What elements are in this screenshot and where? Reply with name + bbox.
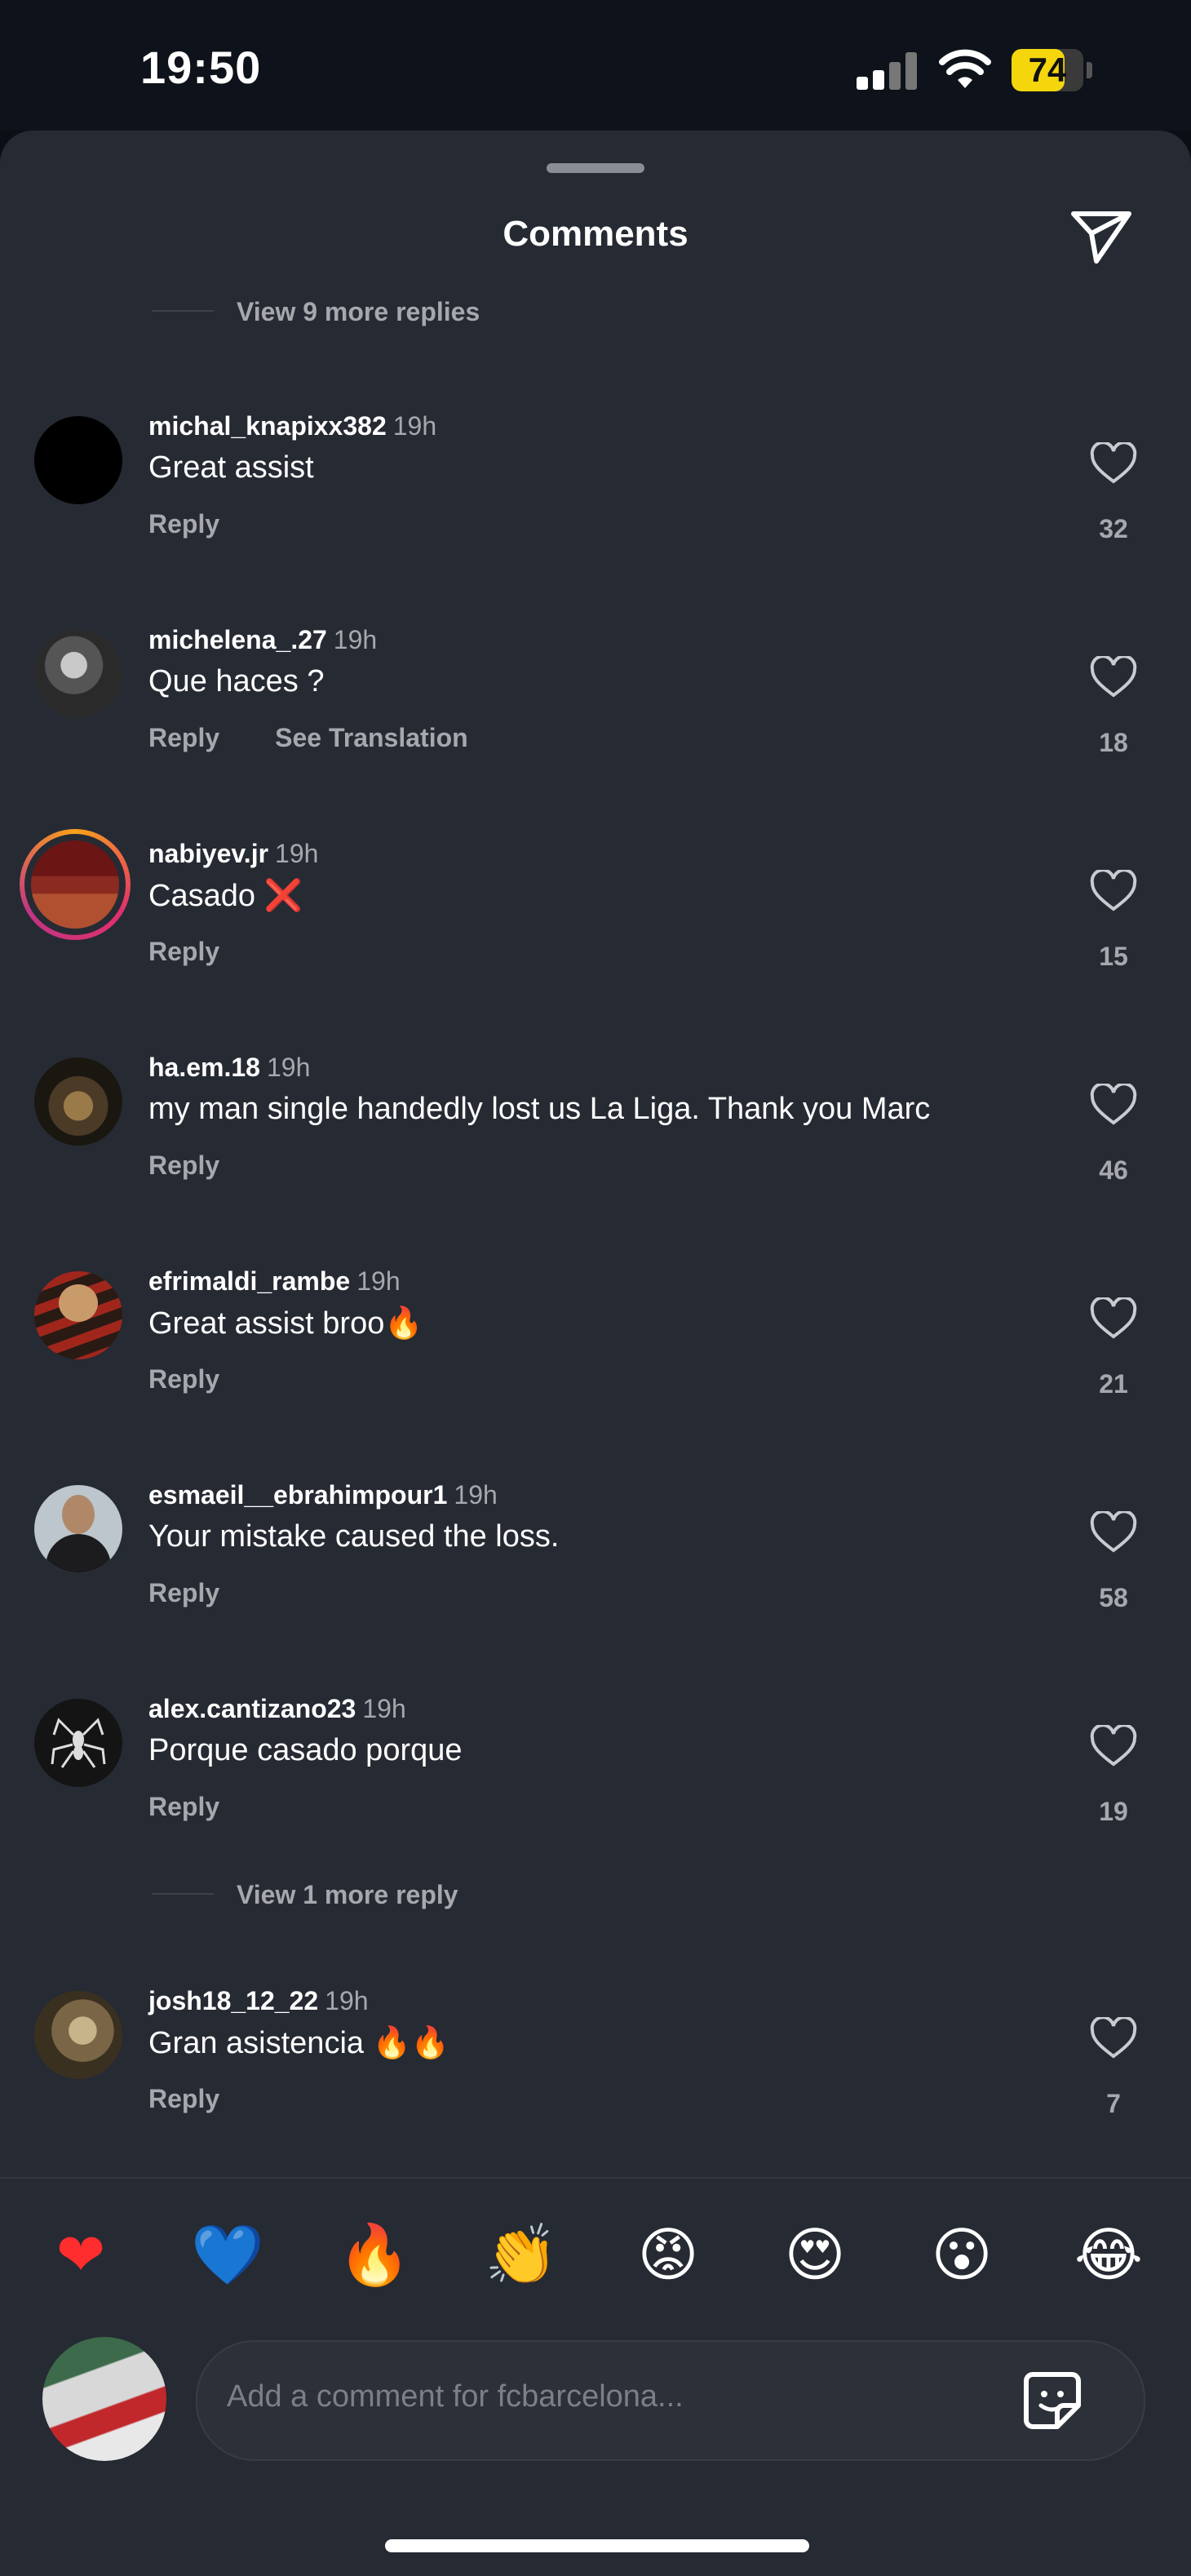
like-count: 58	[1099, 1583, 1128, 1612]
avatar[interactable]	[34, 1057, 122, 1146]
comments-sheet: Comments View 9 more replies michal_knap…	[0, 131, 1191, 2576]
comment-item: efrimaldi_rambe 19h Great assist broo🔥 Re…	[0, 1263, 1191, 1475]
comment-text: Que haces ?	[148, 664, 325, 698]
reply-button[interactable]: Reply	[148, 1364, 219, 1394]
comment-text: Gran asistencia 🔥🔥	[148, 2026, 450, 2060]
reply-button[interactable]: Reply	[148, 2084, 219, 2113]
comment-author[interactable]: nabiyev.jr 19h	[148, 839, 318, 869]
heart-icon[interactable]	[1090, 1511, 1137, 1554]
avatar[interactable]	[34, 1991, 122, 2079]
heart-icon[interactable]	[1090, 1084, 1137, 1126]
sheet-drag-handle[interactable]	[547, 163, 644, 173]
reply-button[interactable]: Reply	[148, 723, 219, 752]
like-count: 7	[1106, 2089, 1121, 2118]
avatar[interactable]	[34, 1699, 122, 1787]
heart-icon[interactable]	[1090, 1297, 1137, 1340]
wifi-icon	[939, 49, 991, 88]
battery-indicator: 74	[1012, 49, 1093, 91]
comment-text: Your mistake caused the loss.	[148, 1519, 560, 1554]
like-count: 32	[1099, 514, 1128, 543]
comment-author[interactable]: alex.cantizano23 19h	[148, 1694, 406, 1724]
comment-author[interactable]: michal_knapixx382 19h	[148, 411, 436, 441]
spider-logo-icon	[51, 1718, 106, 1768]
comment-item: nabiyev.jr 19h Casado ❌ Reply 15	[0, 829, 1191, 1048]
comment-text: Great assist broo🔥	[148, 1306, 423, 1341]
comment-item: michelena_.27 19h Que haces ? Reply See Tr…	[0, 622, 1191, 834]
battery-percent: 74	[1028, 51, 1067, 89]
heart-icon[interactable]	[1090, 442, 1137, 485]
home-indicator[interactable]	[385, 2539, 809, 2552]
clock: 19:50	[140, 42, 262, 93]
comment-input-placeholder: Add a comment for fcbarcelona...	[227, 2379, 684, 2414]
heart-icon[interactable]	[1090, 870, 1137, 912]
comment-author[interactable]: josh18_12_22 19h	[148, 1986, 369, 2016]
avatar[interactable]	[34, 630, 122, 718]
avatar-story-ring[interactable]	[20, 829, 131, 940]
like-count: 15	[1099, 942, 1128, 971]
avatar[interactable]	[34, 1485, 122, 1573]
avatar[interactable]	[34, 416, 122, 504]
avatar[interactable]	[34, 1271, 122, 1359]
status-bar: 19:50 74	[0, 0, 1191, 131]
like-count: 18	[1099, 728, 1128, 757]
see-translation-button[interactable]: See Translation	[275, 723, 468, 752]
heart-icon[interactable]	[1090, 2017, 1137, 2059]
reply-button[interactable]: Reply	[148, 1151, 219, 1180]
blue-heart-reaction[interactable]: 💙	[183, 2210, 272, 2299]
comment-item: josh18_12_22 19h Gran asistencia 🔥🔥 Reply…	[0, 1983, 1191, 2195]
comment-text: my man single handedly lost us La Liga. …	[148, 1092, 931, 1126]
angry-face-reaction[interactable]: 😡	[623, 2210, 713, 2299]
sheet-title: Comments	[503, 214, 688, 254]
red-heart-reaction[interactable]: ❤	[36, 2210, 126, 2299]
reply-button[interactable]: Reply	[148, 509, 219, 539]
current-user-avatar	[42, 2337, 166, 2461]
reply-button[interactable]: Reply	[148, 1792, 219, 1821]
laughing-face-reaction[interactable]: 😂	[1064, 2210, 1153, 2299]
quick-reactions-bar: ❤ 💙 🔥 👏 😡 😍 😮 😂	[0, 2210, 1191, 2299]
like-count: 46	[1099, 1155, 1128, 1185]
send-icon[interactable]	[1069, 207, 1134, 266]
like-count: 19	[1099, 1797, 1128, 1826]
comment-item: esmaeil__ebrahimpour1 19h Your mistake ca…	[0, 1477, 1191, 1689]
view-more-replies-link[interactable]: View 1 more reply	[237, 1880, 458, 1910]
sticker-icon[interactable]	[1021, 2370, 1083, 2432]
comment-author[interactable]: michelena_.27 19h	[148, 625, 377, 655]
comment-text: Great assist	[148, 450, 314, 485]
comment-author[interactable]: ha.em.18 19h	[148, 1053, 310, 1083]
fire-reaction[interactable]: 🔥	[330, 2210, 419, 2299]
surprised-face-reaction[interactable]: 😮	[917, 2210, 1007, 2299]
view-more-replies-link[interactable]: View 9 more replies	[237, 297, 480, 327]
comment-text: Porque casado porque	[148, 1733, 463, 1767]
comment-author[interactable]: esmaeil__ebrahimpour1 19h	[148, 1480, 498, 1510]
comment-text: Casado ❌	[148, 879, 303, 913]
reply-button[interactable]: Reply	[148, 1578, 219, 1607]
comment-input[interactable]: Add a comment for fcbarcelona...	[196, 2340, 1145, 2461]
comment-author[interactable]: efrimaldi_rambe 19h	[148, 1266, 401, 1297]
comment-item: ha.em.18 19h my man single handedly lost …	[0, 1049, 1191, 1261]
divider	[0, 2177, 1191, 2179]
cellular-signal-icon	[857, 52, 917, 90]
like-count: 21	[1099, 1369, 1128, 1399]
heart-icon[interactable]	[1090, 1725, 1137, 1767]
clap-reaction[interactable]: 👏	[476, 2210, 566, 2299]
reply-button[interactable]: Reply	[148, 937, 219, 966]
comment-item: michal_knapixx382 19h Great assist Reply …	[0, 408, 1191, 620]
comment-item: alex.cantizano23 19h Porque casado porque…	[0, 1691, 1191, 1903]
heart-eyes-reaction[interactable]: 😍	[770, 2210, 860, 2299]
heart-icon[interactable]	[1090, 656, 1137, 698]
